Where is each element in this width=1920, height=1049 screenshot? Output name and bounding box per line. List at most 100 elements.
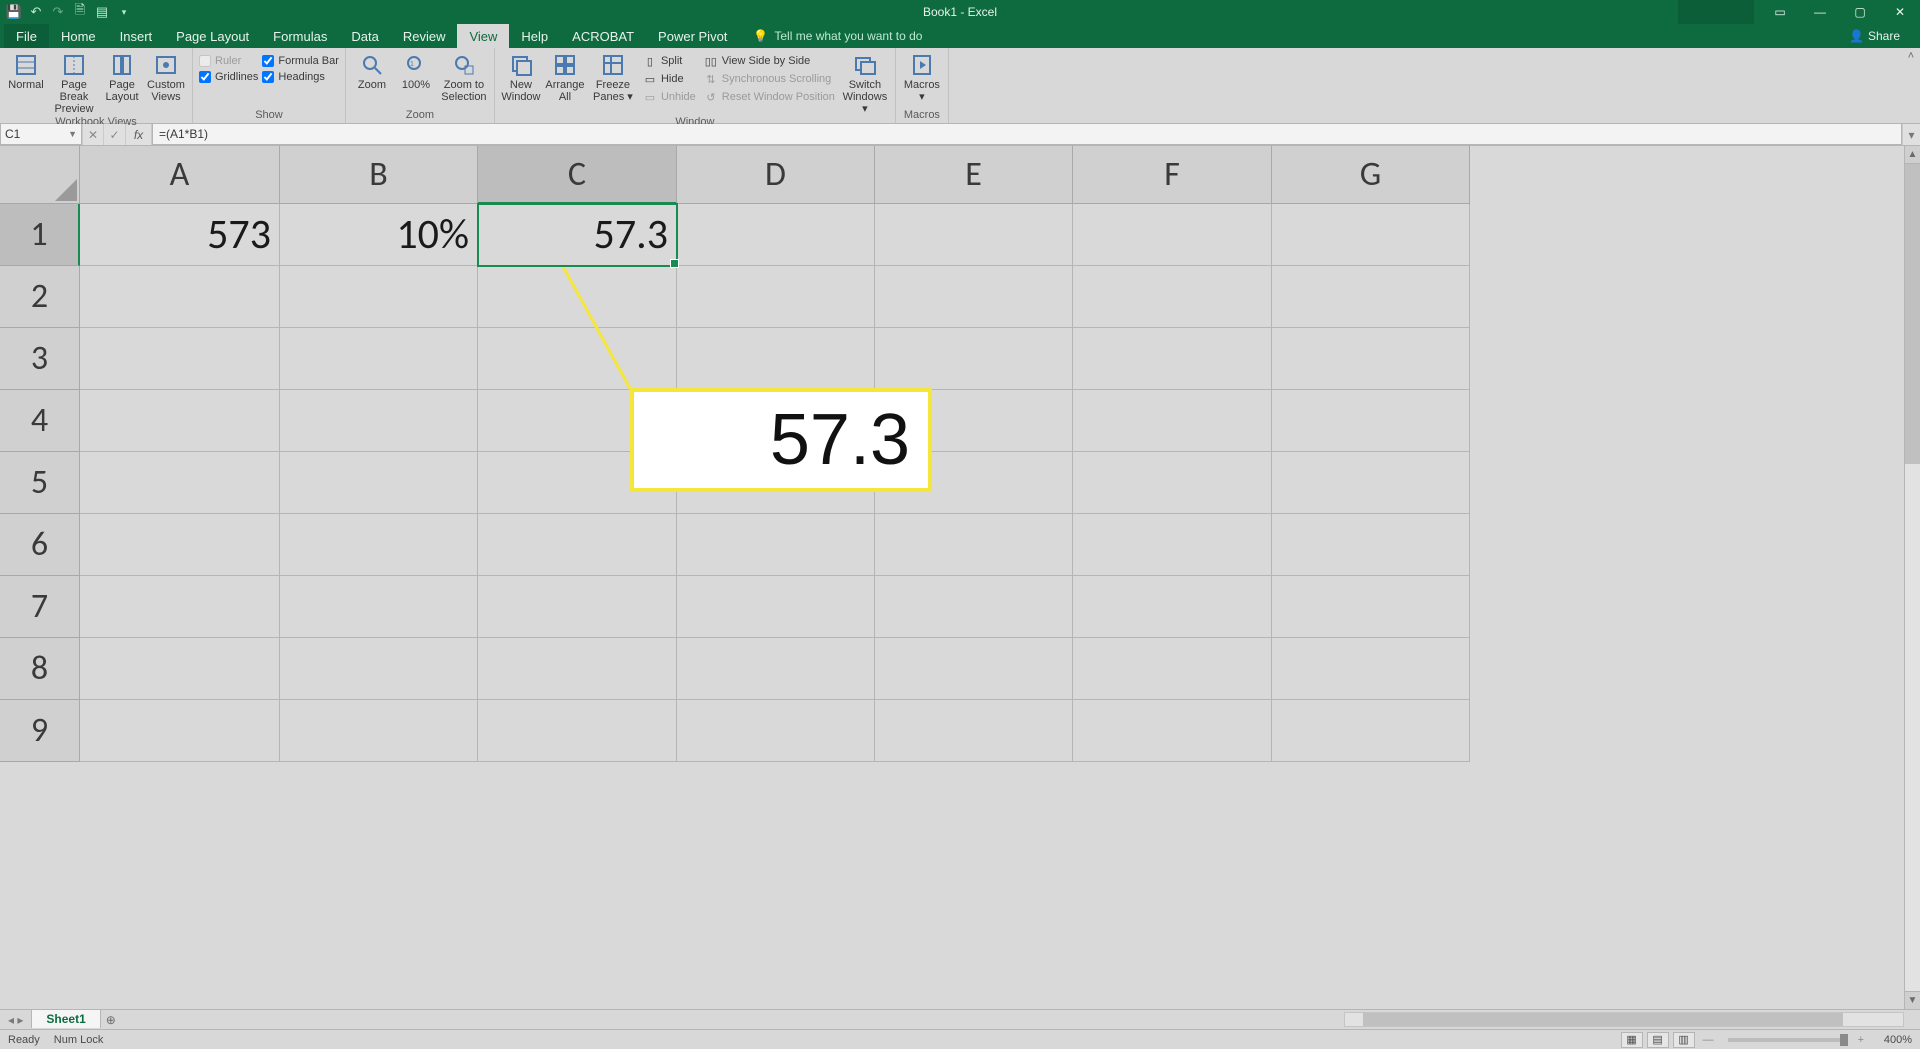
expand-formula-bar-icon[interactable]: ▾ bbox=[1902, 124, 1920, 145]
cell-D6[interactable] bbox=[677, 514, 875, 576]
cell-B9[interactable] bbox=[280, 700, 478, 762]
formula-bar-checkbox[interactable]: Formula Bar bbox=[262, 55, 339, 67]
save-icon[interactable]: 💾 bbox=[6, 4, 22, 20]
cell-E9[interactable] bbox=[875, 700, 1073, 762]
cell-D9[interactable] bbox=[677, 700, 875, 762]
vscroll-track[interactable] bbox=[1905, 164, 1920, 991]
zoom-percentage[interactable]: 400% bbox=[1868, 1034, 1912, 1046]
cell-B4[interactable] bbox=[280, 390, 478, 452]
row-header-5[interactable]: 5 bbox=[0, 452, 80, 514]
row-header-3[interactable]: 3 bbox=[0, 328, 80, 390]
cell-B5[interactable] bbox=[280, 452, 478, 514]
cell-A4[interactable] bbox=[80, 390, 280, 452]
touch-mode-icon[interactable]: ▤ bbox=[94, 4, 110, 20]
insert-function-button[interactable]: fx bbox=[126, 124, 152, 145]
cell-E3[interactable] bbox=[875, 328, 1073, 390]
redo-icon[interactable]: ↷ bbox=[50, 4, 66, 20]
formula-enter-button[interactable]: ✓ bbox=[104, 124, 126, 145]
cell-C9[interactable] bbox=[478, 700, 677, 762]
column-header-C[interactable]: C bbox=[478, 146, 677, 204]
row-header-4[interactable]: 4 bbox=[0, 390, 80, 452]
select-all-corner[interactable] bbox=[0, 146, 80, 204]
macros-button[interactable]: Macros ▾ bbox=[902, 51, 942, 103]
cell-D7[interactable] bbox=[677, 576, 875, 638]
cell-A3[interactable] bbox=[80, 328, 280, 390]
column-header-E[interactable]: E bbox=[875, 146, 1073, 204]
cell-F5[interactable] bbox=[1073, 452, 1272, 514]
cell-E7[interactable] bbox=[875, 576, 1073, 638]
tab-review[interactable]: Review bbox=[391, 24, 458, 48]
reset-window-position-button[interactable]: ↺Reset Window Position bbox=[702, 89, 837, 105]
cell-A8[interactable] bbox=[80, 638, 280, 700]
tab-formulas[interactable]: Formulas bbox=[261, 24, 339, 48]
horizontal-scrollbar[interactable] bbox=[1344, 1012, 1904, 1027]
name-box-dropdown-icon[interactable]: ▼ bbox=[68, 129, 77, 139]
column-header-F[interactable]: F bbox=[1073, 146, 1272, 204]
hide-button[interactable]: ▭Hide bbox=[641, 71, 698, 87]
tab-insert[interactable]: Insert bbox=[108, 24, 165, 48]
cell-F8[interactable] bbox=[1073, 638, 1272, 700]
vscroll-thumb[interactable] bbox=[1905, 164, 1920, 464]
zoom-100-button[interactable]: 1 100% bbox=[396, 51, 436, 91]
zoom-slider[interactable] bbox=[1728, 1038, 1848, 1042]
row-header-1[interactable]: 1 bbox=[0, 204, 80, 266]
zoom-to-selection-button[interactable]: Zoom to Selection bbox=[440, 51, 488, 103]
cell-B2[interactable] bbox=[280, 266, 478, 328]
cell-B1[interactable]: 10% bbox=[280, 204, 478, 266]
tab-file[interactable]: File bbox=[4, 24, 49, 48]
cell-G6[interactable] bbox=[1272, 514, 1470, 576]
cell-B6[interactable] bbox=[280, 514, 478, 576]
normal-view-button[interactable]: Normal bbox=[6, 51, 46, 91]
row-header-7[interactable]: 7 bbox=[0, 576, 80, 638]
cell-F3[interactable] bbox=[1073, 328, 1272, 390]
cell-D1[interactable] bbox=[677, 204, 875, 266]
cell-B3[interactable] bbox=[280, 328, 478, 390]
cell-F4[interactable] bbox=[1073, 390, 1272, 452]
view-side-by-side-button[interactable]: ▯▯View Side by Side bbox=[702, 53, 837, 69]
new-file-icon[interactable]: 🗎 bbox=[72, 4, 88, 20]
cell-A6[interactable] bbox=[80, 514, 280, 576]
formula-cancel-button[interactable]: ✕ bbox=[82, 124, 104, 145]
scroll-up-icon[interactable]: ▲ bbox=[1905, 146, 1920, 164]
vertical-scrollbar[interactable]: ▲ ▼ bbox=[1904, 146, 1920, 1009]
ruler-checkbox[interactable]: Ruler bbox=[199, 55, 258, 67]
zoom-button[interactable]: Zoom bbox=[352, 51, 392, 91]
cell-G2[interactable] bbox=[1272, 266, 1470, 328]
cell-G4[interactable] bbox=[1272, 390, 1470, 452]
new-window-button[interactable]: New Window bbox=[501, 51, 541, 103]
tab-view[interactable]: View bbox=[457, 24, 509, 48]
cell-F2[interactable] bbox=[1073, 266, 1272, 328]
freeze-panes-button[interactable]: Freeze Panes ▾ bbox=[589, 51, 637, 103]
row-header-2[interactable]: 2 bbox=[0, 266, 80, 328]
tab-page-layout[interactable]: Page Layout bbox=[164, 24, 261, 48]
cell-D2[interactable] bbox=[677, 266, 875, 328]
page-break-preview-button[interactable]: Page Break Preview bbox=[50, 51, 98, 115]
formula-input[interactable]: =(A1*B1) bbox=[152, 124, 1902, 145]
synchronous-scrolling-button[interactable]: ⇅Synchronous Scrolling bbox=[702, 71, 837, 87]
row-header-8[interactable]: 8 bbox=[0, 638, 80, 700]
split-button[interactable]: ▯Split bbox=[641, 53, 698, 69]
page-break-status-button[interactable]: ▥ bbox=[1673, 1032, 1695, 1048]
collapse-ribbon-icon[interactable]: ˄ bbox=[1902, 48, 1920, 123]
cell-F7[interactable] bbox=[1073, 576, 1272, 638]
grid[interactable]: ABCDEFG 123456789 57310%57.3 57.3 bbox=[0, 146, 1904, 1009]
row-header-6[interactable]: 6 bbox=[0, 514, 80, 576]
cell-C3[interactable] bbox=[478, 328, 677, 390]
gridlines-checkbox[interactable]: Gridlines bbox=[199, 71, 258, 83]
normal-view-status-button[interactable]: ▦ bbox=[1621, 1032, 1643, 1048]
tab-acrobat[interactable]: ACROBAT bbox=[560, 24, 646, 48]
cell-E2[interactable] bbox=[875, 266, 1073, 328]
column-header-G[interactable]: G bbox=[1272, 146, 1470, 204]
column-header-D[interactable]: D bbox=[677, 146, 875, 204]
switch-windows-button[interactable]: Switch Windows ▾ bbox=[841, 51, 889, 115]
tab-power-pivot[interactable]: Power Pivot bbox=[646, 24, 739, 48]
column-header-A[interactable]: A bbox=[80, 146, 280, 204]
page-layout-view-button[interactable]: Page Layout bbox=[102, 51, 142, 103]
cell-A1[interactable]: 573 bbox=[80, 204, 280, 266]
account-button[interactable] bbox=[1678, 0, 1754, 24]
sheet-nav[interactable]: ◂ ▸ bbox=[0, 1010, 31, 1029]
scroll-down-icon[interactable]: ▼ bbox=[1905, 991, 1920, 1009]
ribbon-display-options-icon[interactable]: ▭ bbox=[1760, 0, 1800, 24]
zoom-in-button[interactable]: + bbox=[1858, 1034, 1864, 1046]
minimize-button[interactable]: — bbox=[1800, 0, 1840, 24]
